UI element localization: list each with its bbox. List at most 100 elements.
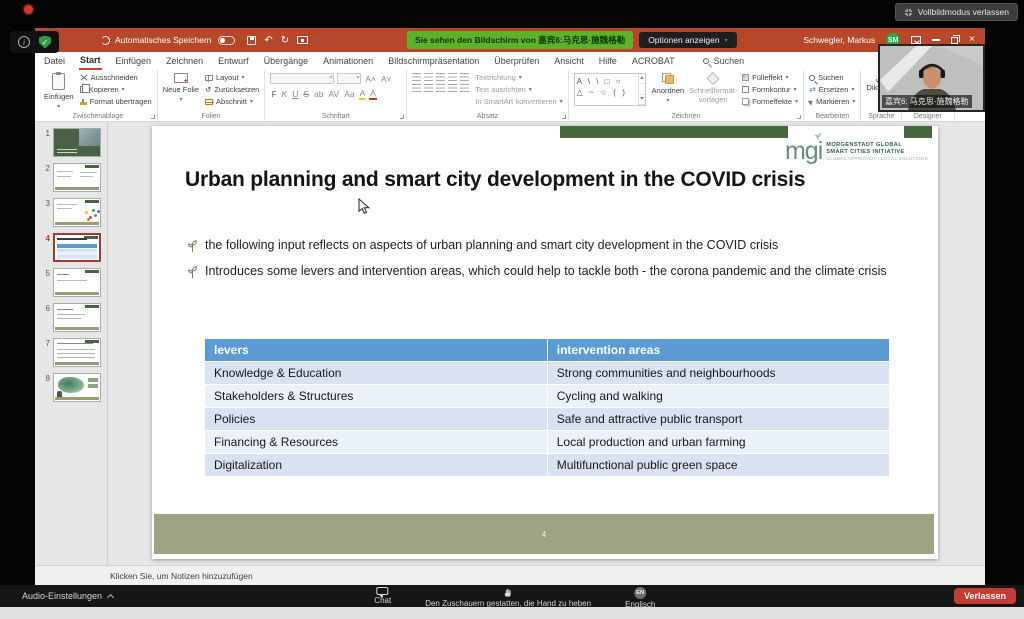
columns-icon[interactable] bbox=[460, 84, 469, 92]
shape-outline-button[interactable]: Formkontur▾ bbox=[742, 85, 798, 94]
tab-entwurf[interactable]: Entwurf bbox=[217, 54, 250, 69]
align-left-icon[interactable] bbox=[412, 84, 421, 92]
character-spacing-button[interactable]: AV bbox=[328, 89, 341, 99]
change-case-button[interactable]: Aa bbox=[343, 89, 355, 99]
tab-datei[interactable]: Datei bbox=[43, 54, 66, 69]
webcam-video[interactable]: 嘉宾6: 马克思·施魏格勒 bbox=[878, 44, 985, 112]
tab-einfuegen[interactable]: Einfügen bbox=[115, 54, 153, 69]
arrange-label: Anordnen bbox=[652, 86, 685, 95]
copy-button[interactable]: Kopieren▾ bbox=[80, 85, 152, 94]
meeting-info-icon[interactable]: i bbox=[18, 36, 30, 48]
italic-button[interactable]: K bbox=[281, 89, 289, 99]
cut-button[interactable]: Ausschneiden bbox=[80, 73, 152, 82]
slide-2-thumbnail[interactable]: 2 bbox=[35, 163, 107, 192]
font-name-combobox[interactable] bbox=[270, 73, 334, 84]
slide-title[interactable]: Urban planning and smart city developmen… bbox=[185, 168, 805, 192]
restore-window-icon[interactable] bbox=[951, 37, 958, 44]
reset-button[interactable]: ↺Zurücksetzen bbox=[205, 85, 259, 94]
section-button[interactable]: Abschnitt▾ bbox=[205, 97, 259, 106]
shrink-font-button[interactable]: A˅ bbox=[380, 74, 393, 84]
align-text-button[interactable]: Text ausrichten▾ bbox=[475, 85, 562, 94]
start-slideshow-icon[interactable] bbox=[297, 36, 308, 44]
ribbon-display-options-icon[interactable] bbox=[911, 36, 921, 44]
bold-button[interactable]: F bbox=[270, 89, 277, 99]
decrease-indent-icon[interactable] bbox=[436, 73, 445, 81]
slide-5-thumbnail[interactable]: 5 bbox=[35, 268, 107, 297]
quick-styles-button[interactable]: Schnellformat-vorlagen bbox=[690, 73, 736, 104]
tab-ueberpruefen[interactable]: Überprüfen bbox=[493, 54, 540, 69]
chat-button[interactable]: Chat bbox=[374, 585, 391, 605]
shapes-gallery[interactable]: A \ \ □ ○ △ ~ ☆ ( ) bbox=[574, 73, 646, 106]
shapes-row[interactable]: △ ~ ☆ ( ) bbox=[577, 87, 636, 98]
underline-button[interactable]: U bbox=[291, 89, 299, 99]
new-slide-button[interactable]: Neue Folie ▾ bbox=[163, 73, 199, 103]
share-options-button[interactable]: Optionen anzeigen ▾ bbox=[639, 32, 736, 48]
shape-effects-button[interactable]: Formeffekte▾ bbox=[742, 97, 798, 106]
convert-smartart-button[interactable]: In SmartArt konvertieren▾ bbox=[475, 97, 562, 106]
shape-fill-button[interactable]: Fülleffekt▾ bbox=[742, 73, 798, 82]
dialog-launcher-icon[interactable] bbox=[151, 115, 155, 119]
current-slide[interactable]: mgi MORGENSTADT GLOBAL SMART CITIES INIT… bbox=[152, 126, 938, 559]
tab-acrobat[interactable]: ACROBAT bbox=[631, 54, 676, 69]
raise-hand-permission-button[interactable]: Den Zuschauern gestatten, die Hand zu he… bbox=[425, 585, 591, 608]
slide-7-thumbnail[interactable]: 7 bbox=[35, 338, 107, 367]
tab-ansicht[interactable]: Ansicht bbox=[553, 54, 585, 69]
tab-bildschirmpraesentation[interactable]: Bildschirmpräsentation bbox=[387, 54, 480, 69]
strikethrough-button[interactable]: S bbox=[302, 89, 310, 99]
paste-button[interactable]: Einfügen ▾ bbox=[44, 73, 74, 110]
meeting-info-chip: i ✓ bbox=[10, 31, 59, 53]
ribbon-search[interactable]: Suchen bbox=[703, 56, 745, 66]
line-spacing-icon[interactable] bbox=[460, 73, 469, 81]
bullet-list[interactable]: the following input reflects on aspects … bbox=[188, 238, 910, 279]
font-color-button[interactable]: A bbox=[369, 88, 377, 100]
shapes-row[interactable]: A \ \ □ ○ bbox=[577, 76, 636, 87]
minimize-icon[interactable] bbox=[932, 39, 940, 40]
tab-hilfe[interactable]: Hilfe bbox=[598, 54, 618, 69]
numbered-list-icon[interactable] bbox=[424, 73, 433, 81]
align-right-icon[interactable] bbox=[436, 84, 445, 92]
justify-icon[interactable] bbox=[448, 84, 457, 92]
undo-icon[interactable]: ↶ bbox=[264, 35, 272, 46]
levers-table[interactable]: levers intervention areas Knowledge & Ed… bbox=[205, 339, 890, 477]
text-shadow-button[interactable]: ab bbox=[313, 89, 324, 99]
format-painter-button[interactable]: Format übertragen bbox=[80, 97, 152, 106]
save-icon[interactable] bbox=[247, 36, 256, 45]
dialog-launcher-icon[interactable] bbox=[797, 115, 801, 119]
bullet-list-icon[interactable] bbox=[412, 73, 421, 81]
slide-8-thumbnail[interactable]: 8 bbox=[35, 373, 107, 402]
search-label: Suchen bbox=[714, 56, 745, 66]
dialog-launcher-icon[interactable] bbox=[562, 115, 566, 119]
increase-indent-icon[interactable] bbox=[448, 73, 457, 81]
powerpoint-window: Automatisches Speichern ↶ ↻ ▾ Sie sehen … bbox=[35, 28, 985, 585]
slide-3-thumbnail[interactable]: 3 bbox=[35, 198, 107, 227]
tab-uebergaenge[interactable]: Übergänge bbox=[263, 54, 310, 69]
redo-icon[interactable]: ↻ bbox=[281, 35, 289, 46]
autosave-toggle[interactable] bbox=[218, 36, 235, 45]
slide-4-thumbnail-selected[interactable]: 4 bbox=[35, 233, 107, 262]
grow-font-button[interactable]: A˄ bbox=[364, 74, 377, 84]
tab-animationen[interactable]: Animationen bbox=[322, 54, 374, 69]
font-size-combobox[interactable] bbox=[337, 73, 361, 84]
slide-number: 2 bbox=[35, 163, 50, 173]
slide-6-thumbnail[interactable]: 6 bbox=[35, 303, 107, 332]
leave-meeting-button[interactable]: Verlassen bbox=[954, 588, 1016, 604]
shapes-gallery-scrollbar[interactable] bbox=[638, 74, 645, 105]
select-button[interactable]: Markieren▾ bbox=[809, 97, 855, 106]
encryption-shield-icon[interactable]: ✓ bbox=[39, 36, 51, 49]
tab-start[interactable]: Start bbox=[79, 53, 102, 70]
layout-button[interactable]: Layout▾ bbox=[205, 73, 259, 82]
find-button[interactable]: Suchen bbox=[809, 73, 855, 82]
slide-1-thumbnail[interactable]: 1 bbox=[35, 128, 107, 157]
customize-qat-icon[interactable]: ▾ bbox=[316, 37, 319, 44]
text-direction-button[interactable]: Textrichtung▾ bbox=[475, 73, 562, 82]
interpretation-language-button[interactable]: EN Englisch bbox=[625, 585, 655, 609]
tab-zeichnen[interactable]: Zeichnen bbox=[165, 54, 204, 69]
replace-button[interactable]: ⇄Ersetzen▾ bbox=[809, 85, 855, 94]
arrange-button[interactable]: Anordnen ▾ bbox=[652, 73, 685, 104]
notes-placeholder[interactable]: Klicken Sie, um Notizen hinzuzufügen bbox=[35, 565, 985, 585]
dialog-launcher-icon[interactable] bbox=[400, 115, 404, 119]
exit-fullscreen-button[interactable]: Vollbildmodus verlassen bbox=[895, 3, 1018, 21]
highlight-color-button[interactable]: A bbox=[359, 88, 367, 100]
audio-settings-button[interactable]: Audio-Einstellungen bbox=[22, 591, 113, 601]
align-center-icon[interactable] bbox=[424, 84, 433, 92]
